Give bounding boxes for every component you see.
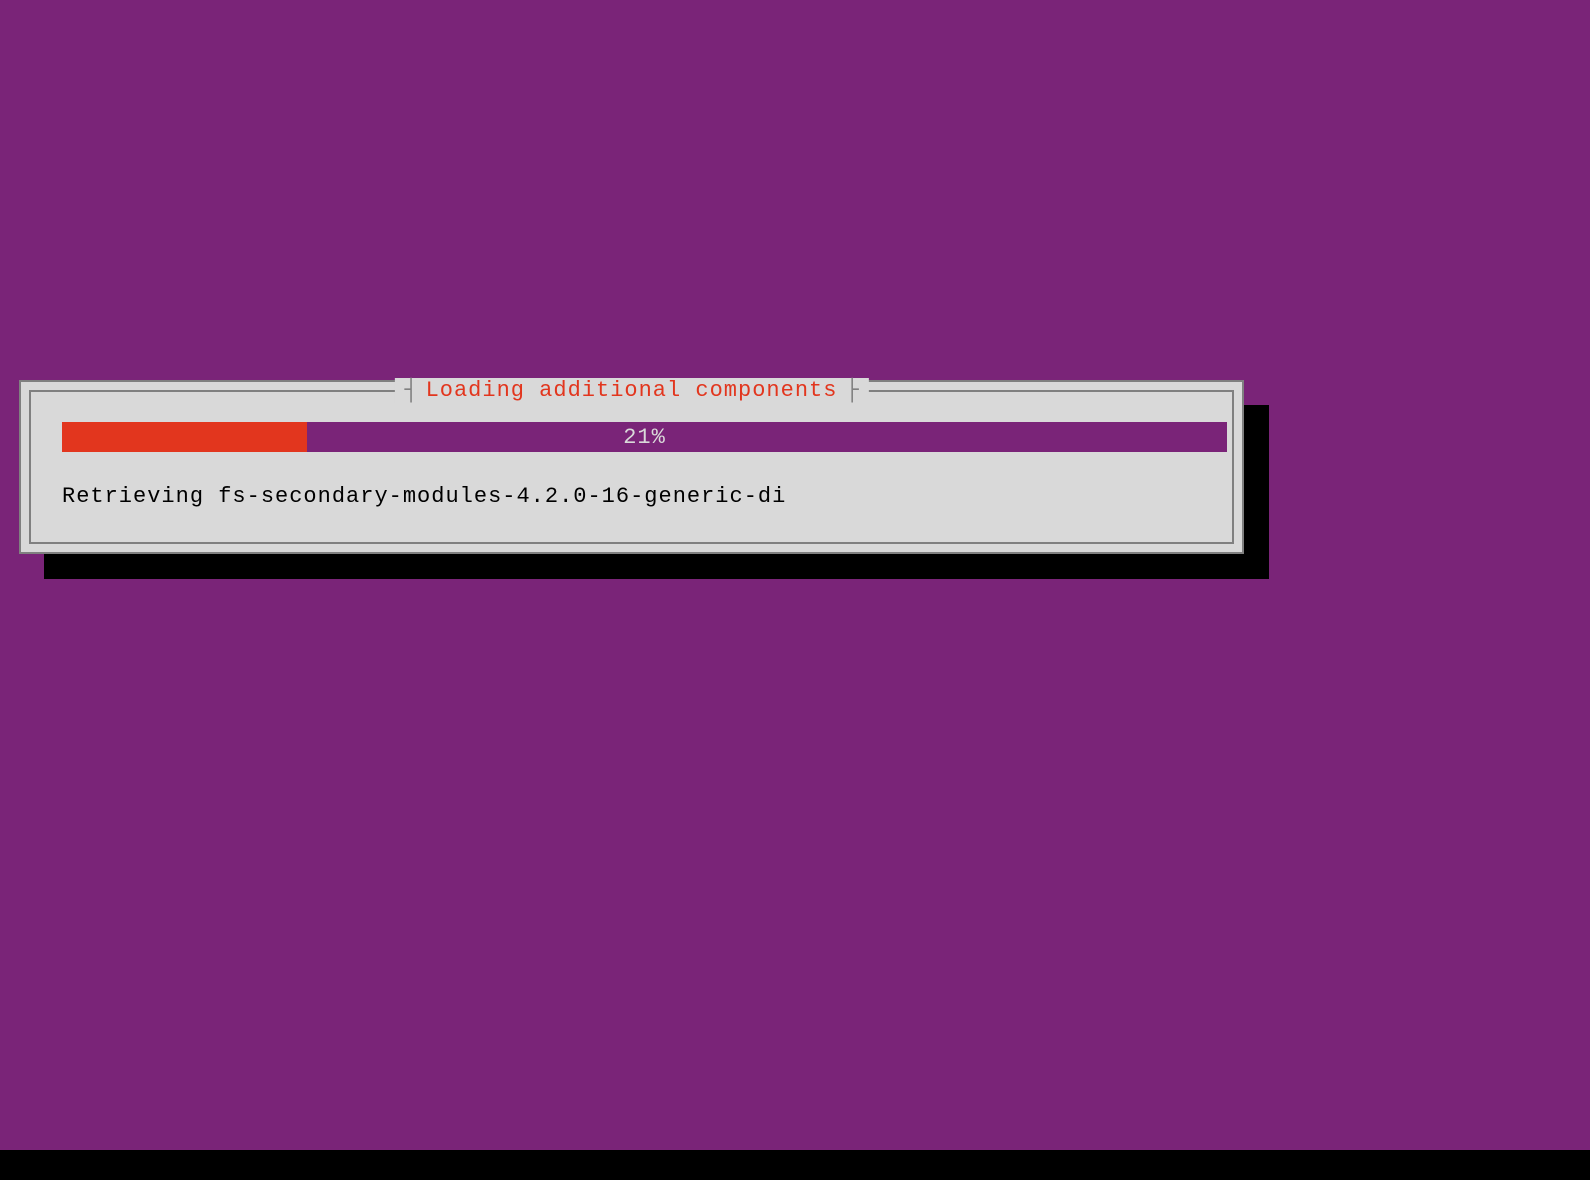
status-message: Retrieving fs-secondary-modules-4.2.0-16… [62, 484, 786, 509]
title-bracket-left: ┤ [402, 378, 419, 403]
bottom-bar [0, 1150, 1590, 1180]
dialog-title-container: ┤ Loading additional components ├ [394, 378, 868, 403]
dialog-inner: ┤ Loading additional components ├ 21% Re… [29, 390, 1234, 544]
dialog-outer: ┤ Loading additional components ├ 21% Re… [19, 380, 1244, 554]
progress-dialog: ┤ Loading additional components ├ 21% Re… [19, 380, 1244, 554]
dialog-title: Loading additional components [420, 378, 844, 403]
progress-percentage: 21% [62, 422, 1227, 452]
progress-bar: 21% [62, 422, 1227, 452]
title-bracket-right: ├ [843, 378, 860, 403]
